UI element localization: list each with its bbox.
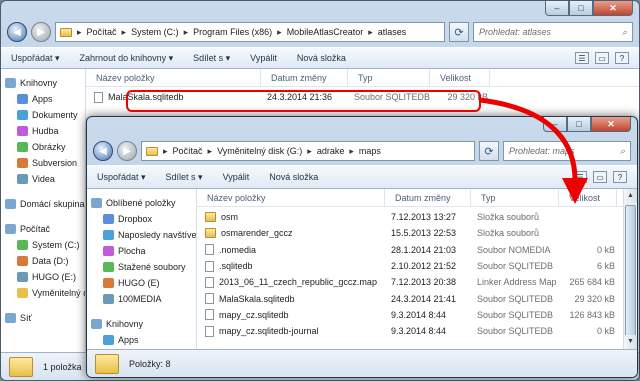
curved-arrow-annotation <box>479 97 588 204</box>
arrow-shaft <box>479 97 578 181</box>
arrow-head <box>562 178 588 204</box>
